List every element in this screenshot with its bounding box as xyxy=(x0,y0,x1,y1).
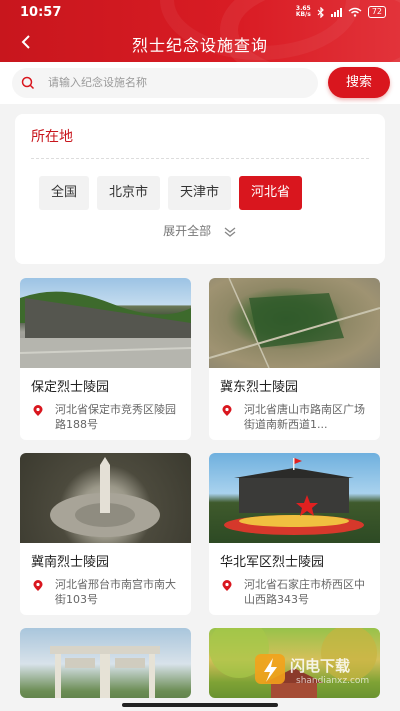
facility-card[interactable] xyxy=(20,628,191,698)
status-bar: 10:57 3.65 KB/s 72 xyxy=(0,0,400,26)
net-speed: 3.65 KB/s xyxy=(295,5,311,18)
location-pin-icon xyxy=(222,580,232,591)
location-title: 所在地 xyxy=(31,129,73,145)
facility-card[interactable]: 冀南烈士陵园 河北省邢台市南宫市南大街103号 xyxy=(20,453,191,615)
facility-name: 保定烈士陵园 xyxy=(31,380,110,395)
search-icon xyxy=(21,76,35,90)
facility-card[interactable]: 保定烈士陵园 河北省保定市竞秀区陵园路188号 xyxy=(20,278,191,440)
facility-card[interactable]: 冀东烈士陵园 河北省唐山市路南区广场街道南新西道1... xyxy=(209,278,380,440)
location-option-tianjin[interactable]: 天津市 xyxy=(168,176,232,210)
expand-all-label: 展开全部 xyxy=(163,224,212,238)
facility-name: 华北军区烈士陵园 xyxy=(220,555,325,570)
app-header: 10:57 3.65 KB/s 72 烈士纪念设施查询 xyxy=(0,0,400,62)
double-chevron-down-icon xyxy=(224,226,236,237)
search-bar: 请输入纪念设施名称 搜索 xyxy=(0,62,400,104)
search-input[interactable]: 请输入纪念设施名称 xyxy=(12,68,318,98)
bluetooth-icon xyxy=(317,6,324,18)
expand-all-button[interactable]: 展开全部 xyxy=(15,222,385,239)
nav-bar: 烈士纪念设施查询 xyxy=(0,28,400,58)
location-pin-icon xyxy=(33,405,43,416)
facility-name: 冀南烈士陵园 xyxy=(31,555,110,570)
facility-card[interactable]: 华北军区烈士陵园 河北省石家庄市桥西区中山西路343号 xyxy=(209,453,380,615)
search-button[interactable]: 搜索 xyxy=(328,67,390,98)
watermark-text: 闪电下载 xyxy=(290,657,351,675)
location-pin-icon xyxy=(33,580,43,591)
facility-image xyxy=(20,278,191,368)
location-option-beijing[interactable]: 北京市 xyxy=(97,176,161,210)
status-time: 10:57 xyxy=(20,5,62,20)
divider xyxy=(31,158,369,159)
search-placeholder: 请输入纪念设施名称 xyxy=(48,76,147,89)
cellular-signal-icon xyxy=(330,7,342,17)
facility-name: 冀东烈士陵园 xyxy=(220,380,299,395)
facility-image xyxy=(209,453,380,543)
facility-image xyxy=(20,628,191,698)
facility-address: 河北省邢台市南宫市南大街103号 xyxy=(55,578,176,606)
wifi-icon xyxy=(348,7,362,17)
facility-image xyxy=(209,278,380,368)
location-pin-icon xyxy=(222,405,232,416)
battery-icon: 72 xyxy=(367,6,386,18)
facility-address: 河北省保定市竞秀区陵园路188号 xyxy=(55,403,176,431)
facility-address: 河北省石家庄市桥西区中山西路343号 xyxy=(244,578,365,606)
location-option-all[interactable]: 全国 xyxy=(39,176,90,210)
location-option-hebei[interactable]: 河北省 xyxy=(239,176,303,210)
page-title: 烈士纪念设施查询 xyxy=(131,36,268,55)
facility-address: 河北省唐山市路南区广场街道南新西道1... xyxy=(244,403,365,431)
location-filter-card: 所在地 全国 北京市 天津市 河北省 展开全部 xyxy=(15,114,385,264)
home-indicator[interactable] xyxy=(122,703,278,707)
location-options: 全国 北京市 天津市 河北省 xyxy=(39,176,303,210)
watermark-subtext: shandianxz.com xyxy=(296,676,370,686)
facility-image xyxy=(20,453,191,543)
status-icons: 3.65 KB/s 72 xyxy=(296,6,386,18)
